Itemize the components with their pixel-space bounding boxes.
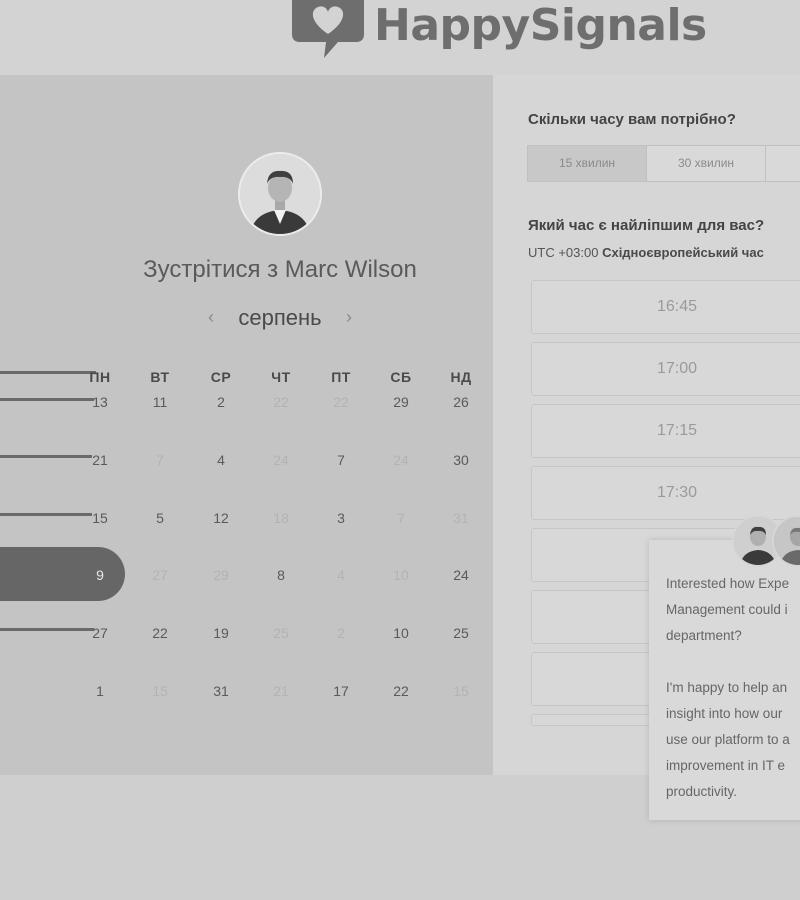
chat-text-line: Management could i xyxy=(666,602,788,617)
duration-option[interactable]: 30 хвилин xyxy=(647,146,766,181)
duration-option[interactable]: 15 хвилин xyxy=(528,146,647,181)
person-icon xyxy=(240,154,320,234)
weekday-header: ПТ xyxy=(331,369,351,385)
calendar-day[interactable]: 21 xyxy=(261,683,301,699)
calendar-day[interactable]: 15 xyxy=(441,683,481,699)
chat-text-line: Interested how Expe xyxy=(666,576,790,591)
calendar-day[interactable]: 10 xyxy=(381,625,421,641)
calendar-day[interactable]: 15 xyxy=(140,683,180,699)
calendar-day[interactable]: 15 xyxy=(80,510,120,526)
calendar-day[interactable]: 7 xyxy=(381,510,421,526)
chat-text-line: improvement in IT e xyxy=(666,758,786,773)
calendar-day[interactable]: 25 xyxy=(441,625,481,641)
calendar-line xyxy=(0,513,92,516)
calendar-day[interactable]: 22 xyxy=(321,394,361,410)
brand-logo[interactable]: HappySignals xyxy=(288,0,707,60)
calendar-day[interactable]: 1 xyxy=(80,683,120,699)
calendar-day[interactable]: 5 xyxy=(140,510,180,526)
calendar-day[interactable]: 22 xyxy=(261,394,301,410)
chat-text-line: use our platform to a xyxy=(666,732,790,747)
chat-text-line: insight into how our xyxy=(666,706,783,721)
weekday-header: СБ xyxy=(390,369,412,385)
host-avatar xyxy=(238,152,322,236)
time-slot-button[interactable]: 17:30 xyxy=(531,466,800,520)
weekday-header: ВТ xyxy=(150,369,170,385)
calendar-day[interactable]: 12 xyxy=(201,510,241,526)
chat-text-line: department? xyxy=(666,628,742,643)
calendar-day[interactable]: 2 xyxy=(321,625,361,641)
calendar-day[interactable]: 4 xyxy=(321,567,361,583)
timezone-name: Східноєвропейський час xyxy=(602,245,764,260)
weekday-header: НД xyxy=(450,369,472,385)
time-slot-button[interactable]: 17:00 xyxy=(531,342,800,396)
calendar-day[interactable]: 8 xyxy=(261,567,301,583)
prev-month-icon[interactable]: ‹ xyxy=(208,307,214,328)
calendar-day[interactable]: 13 xyxy=(80,394,120,410)
weekday-header: ЧТ xyxy=(271,369,291,385)
calendar-day[interactable]: 31 xyxy=(201,683,241,699)
calendar-day[interactable]: 3 xyxy=(321,510,361,526)
month-navigation: ‹ серпень › xyxy=(200,305,360,331)
chat-text-line: I'm happy to help an xyxy=(666,680,788,695)
calendar-day[interactable]: 2 xyxy=(201,394,241,410)
calendar-day[interactable]: 27 xyxy=(140,567,180,583)
calendar-day[interactable]: 7 xyxy=(140,452,180,468)
heart-bubble-icon xyxy=(292,0,364,58)
calendar-day[interactable]: 26 xyxy=(441,394,481,410)
weekday-header: ПН xyxy=(89,369,111,385)
duration-title: Скільки часу вам потрібно? xyxy=(528,111,736,128)
calendar-day[interactable]: 18 xyxy=(261,510,301,526)
calendar-day[interactable]: 31 xyxy=(441,510,481,526)
calendar-day[interactable]: 7 xyxy=(321,452,361,468)
calendar-day[interactable]: 27 xyxy=(80,625,120,641)
calendar-day[interactable]: 30 xyxy=(441,452,481,468)
calendar-day[interactable]: 22 xyxy=(140,625,180,641)
header: HappySignals xyxy=(0,0,800,75)
chat-text-line: productivity. xyxy=(666,784,738,799)
time-title: Який час є найліпшим для вас? xyxy=(528,217,765,234)
calendar-day[interactable]: 25 xyxy=(261,625,301,641)
calendar-day[interactable]: 17 xyxy=(321,683,361,699)
brand-name: HappySignals xyxy=(374,0,707,51)
weekday-header: СР xyxy=(210,369,232,385)
next-month-icon[interactable]: › xyxy=(346,307,352,328)
timezone[interactable]: UTC +03:00 Східноєвропейський час xyxy=(528,245,764,260)
calendar-day[interactable]: 19 xyxy=(201,625,241,641)
calendar-day[interactable]: 21 xyxy=(80,452,120,468)
calendar-day[interactable]: 9 xyxy=(80,567,120,583)
calendar-day[interactable]: 11 xyxy=(140,394,180,410)
calendar-day[interactable]: 22 xyxy=(381,683,421,699)
time-slot-button[interactable]: 17:15 xyxy=(531,404,800,458)
calendar-day[interactable]: 10 xyxy=(381,567,421,583)
chat-avatars xyxy=(732,515,800,567)
time-slot-button[interactable]: 16:45 xyxy=(531,280,800,334)
meeting-title: Зустрітися з Marc Wilson xyxy=(143,256,417,283)
calendar-day[interactable]: 24 xyxy=(441,567,481,583)
duration-option[interactable]: 4 xyxy=(766,146,800,181)
calendar-day[interactable]: 24 xyxy=(261,452,301,468)
calendar-day[interactable]: 4 xyxy=(201,452,241,468)
calendar-day[interactable]: 29 xyxy=(381,394,421,410)
calendar-line xyxy=(0,455,92,458)
person-icon xyxy=(774,517,800,565)
calendar-day[interactable]: 24 xyxy=(381,452,421,468)
month-label: серпень xyxy=(238,305,322,330)
duration-tabs: 15 хвилин 30 хвилин 4 xyxy=(527,145,800,182)
calendar-day[interactable]: 29 xyxy=(201,567,241,583)
timezone-offset: UTC +03:00 xyxy=(528,245,599,260)
